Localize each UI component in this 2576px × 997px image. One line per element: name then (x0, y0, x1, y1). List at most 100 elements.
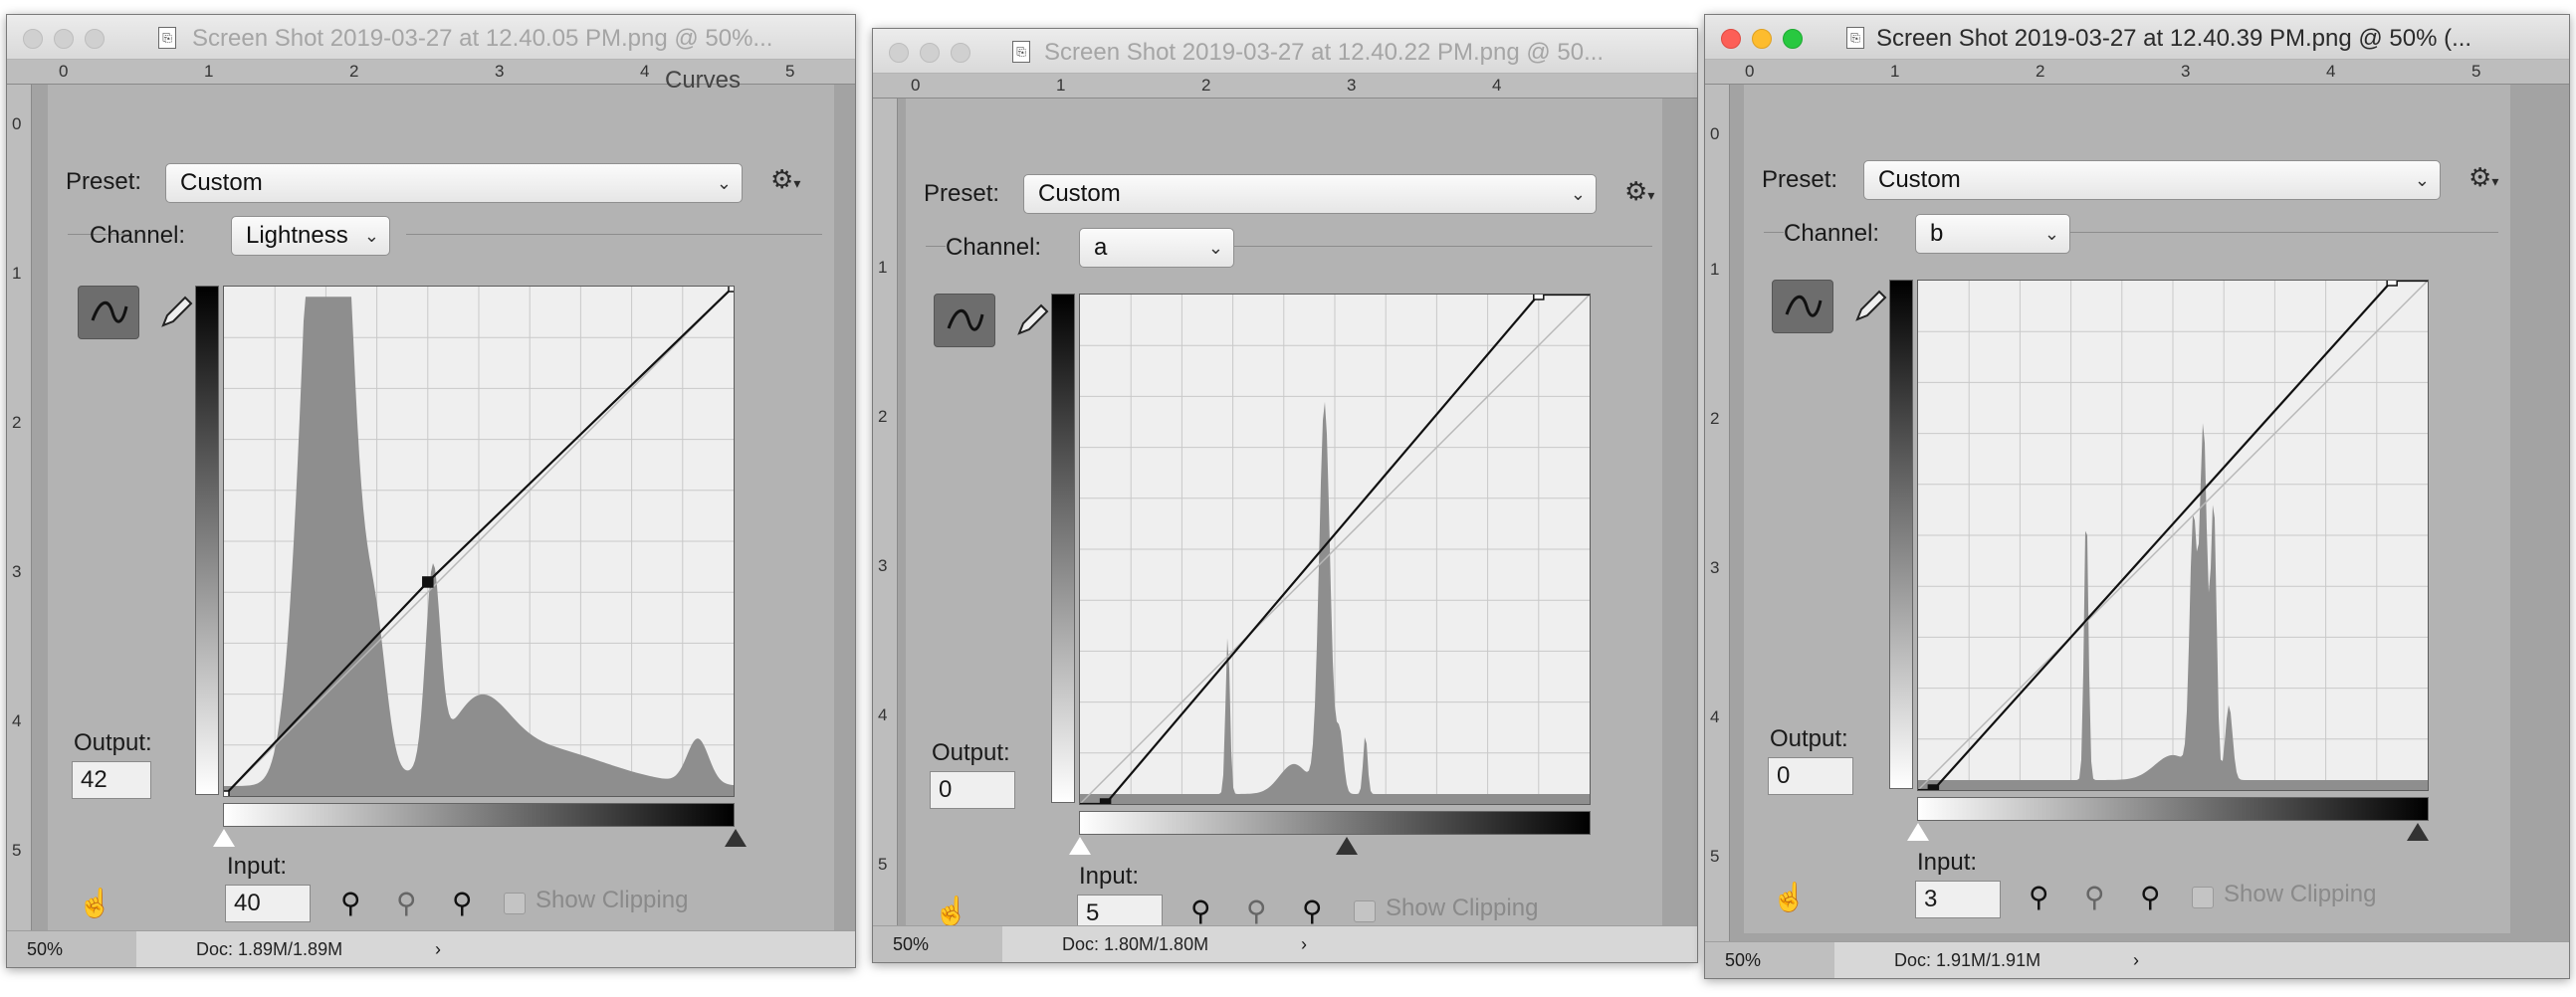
curve-point-handle[interactable] (1533, 289, 1545, 300)
title-bar[interactable]: ⎘ Screen Shot 2019-03-27 at 12.40.22 PM.… (873, 29, 1697, 74)
document-proxy-icon[interactable]: ⎘ (1846, 27, 1864, 49)
document-canvas[interactable]: Preset: Custom ⌄ ⚙▾ Channel: b ⌄ Output:… (1730, 85, 2569, 942)
preset-dropdown[interactable]: Custom ⌄ (1023, 174, 1597, 214)
preset-dropdown[interactable]: Custom ⌄ (1863, 160, 2441, 200)
zoom-window-icon[interactable] (1783, 29, 1803, 49)
status-bar: 50% Doc: 1.80M/1.80M › (873, 925, 1697, 962)
status-bar: 50% Doc: 1.89M/1.89M › (7, 930, 855, 967)
document-window-1: ⎘ Screen Shot 2019-03-27 at 12.40.05 PM.… (6, 14, 856, 968)
vertical-ruler[interactable]: 1 2 3 4 5 (873, 99, 898, 926)
channel-label: Channel: (1784, 220, 1880, 247)
black-eyedropper-icon[interactable]: ⚲ (2029, 881, 2049, 913)
output-field[interactable]: 0 (1768, 757, 1853, 795)
black-point-slider[interactable] (213, 829, 235, 847)
gray-eyedropper-icon[interactable]: ⚲ (1246, 895, 1267, 927)
zoom-level[interactable]: 50% (873, 926, 1002, 962)
minimize-window-icon[interactable] (1752, 29, 1772, 49)
curves-panel: Preset: Custom ⌄ ⚙▾ Channel: a ⌄ Output:… (906, 99, 1662, 947)
white-eyedropper-icon[interactable]: ⚲ (2140, 881, 2161, 913)
black-point-slider[interactable] (1907, 823, 1929, 841)
zoom-window-icon[interactable] (85, 29, 105, 49)
channel-value: b (1930, 220, 1944, 247)
gray-eyedropper-icon[interactable]: ⚲ (2084, 881, 2105, 913)
document-proxy-icon[interactable]: ⎘ (1012, 41, 1030, 63)
input-field[interactable]: 3 (1915, 881, 2001, 918)
preset-dropdown[interactable]: Custom ⌄ (165, 163, 743, 203)
curve-icon (1785, 296, 1823, 317)
black-eyedropper-icon[interactable]: ⚲ (1190, 895, 1211, 927)
curves-plot[interactable] (1917, 275, 2429, 796)
curve-icon (91, 301, 128, 323)
zoom-window-icon[interactable] (951, 43, 970, 63)
minimize-window-icon[interactable] (920, 43, 940, 63)
white-point-slider[interactable] (2407, 823, 2429, 841)
status-menu-arrow[interactable]: › (2133, 942, 2139, 978)
zoom-level[interactable]: 50% (7, 931, 136, 967)
curve-point-tool[interactable] (934, 294, 995, 347)
output-gradient-bar (1889, 280, 1913, 789)
curves-graph[interactable] (1917, 275, 2429, 796)
output-field[interactable]: 42 (72, 761, 151, 799)
curve-point-handle[interactable] (218, 790, 230, 802)
curves-plot[interactable] (1079, 289, 1591, 810)
input-field[interactable]: 40 (225, 885, 311, 922)
show-clipping-checkbox[interactable] (1354, 900, 1376, 922)
ruler-number: 1 (1890, 62, 1900, 81)
channel-dropdown[interactable]: a ⌄ (1079, 228, 1234, 268)
show-clipping-checkbox[interactable] (504, 893, 526, 914)
channel-dropdown[interactable]: Lightness ⌄ (231, 216, 390, 256)
document-canvas[interactable]: Curves Preset: Custom ⌄ ⚙▾ Channel: Ligh… (32, 67, 855, 933)
curve-point-handle[interactable] (1927, 784, 1940, 796)
input-label: Input: (1917, 849, 1978, 876)
curves-graph[interactable] (1079, 289, 1591, 810)
vertical-ruler[interactable]: 0 1 2 3 4 5 (7, 85, 32, 931)
curves-plot[interactable] (218, 281, 740, 802)
curves-panel: Curves Preset: Custom ⌄ ⚙▾ Channel: Ligh… (48, 67, 834, 933)
show-clipping-checkbox[interactable] (2192, 887, 2214, 908)
document-proxy-icon[interactable]: ⎘ (158, 27, 176, 49)
close-window-icon[interactable] (889, 43, 909, 63)
panel-title: Curves (665, 67, 742, 94)
input-gradient-bar (1917, 797, 2429, 821)
chevron-down-icon: ⌄ (1207, 238, 1223, 258)
title-bar[interactable]: ⎘ Screen Shot 2019-03-27 at 12.40.39 PM.… (1705, 15, 2569, 60)
horizontal-ruler[interactable]: 0 1 2 3 4 (873, 74, 1697, 99)
curves-graph[interactable] (218, 281, 740, 802)
divider (406, 234, 822, 235)
gear-icon[interactable]: ⚙▾ (1624, 176, 1654, 207)
title-bar[interactable]: ⎘ Screen Shot 2019-03-27 at 12.40.05 PM.… (7, 15, 855, 60)
output-field[interactable]: 0 (930, 771, 1015, 809)
white-eyedropper-icon[interactable]: ⚲ (1302, 895, 1323, 927)
divider (1234, 246, 1652, 247)
white-point-slider[interactable] (1336, 837, 1358, 855)
curve-point-handle[interactable] (1099, 798, 1112, 810)
gear-icon[interactable]: ⚙▾ (2469, 162, 2498, 193)
curve-point-handle[interactable] (728, 281, 740, 293)
channel-dropdown[interactable]: b ⌄ (1915, 214, 2070, 254)
status-menu-arrow[interactable]: › (1301, 926, 1307, 962)
close-window-icon[interactable] (1721, 29, 1741, 49)
curve-point-tool[interactable] (78, 286, 139, 339)
traffic-lights (889, 43, 970, 63)
on-image-adjust-icon[interactable]: ☝ (1772, 881, 1807, 913)
curve-point-tool[interactable] (1772, 280, 1833, 333)
gray-eyedropper-icon[interactable]: ⚲ (396, 887, 417, 919)
on-image-adjust-icon[interactable]: ☝ (78, 887, 112, 919)
horizontal-ruler[interactable]: 0 1 2 3 4 5 (1705, 60, 2569, 85)
status-bar: 50% Doc: 1.91M/1.91M › (1705, 941, 2569, 978)
minimize-window-icon[interactable] (54, 29, 74, 49)
vertical-ruler[interactable]: 0 1 2 3 4 5 (1705, 85, 1730, 942)
white-eyedropper-icon[interactable]: ⚲ (452, 887, 473, 919)
on-image-adjust-icon[interactable]: ☝ (934, 895, 968, 927)
gear-icon[interactable]: ⚙▾ (770, 164, 800, 195)
curve-point-handle[interactable] (2386, 275, 2398, 287)
white-point-slider[interactable] (725, 829, 747, 847)
black-point-slider[interactable] (1069, 837, 1091, 855)
curve-point-handle[interactable] (422, 576, 434, 588)
close-window-icon[interactable] (23, 29, 43, 49)
status-menu-arrow[interactable]: › (435, 931, 441, 967)
document-canvas[interactable]: Preset: Custom ⌄ ⚙▾ Channel: a ⌄ Output:… (898, 99, 1697, 947)
output-gradient-bar (195, 286, 219, 795)
black-eyedropper-icon[interactable]: ⚲ (340, 887, 361, 919)
zoom-level[interactable]: 50% (1705, 942, 1834, 978)
